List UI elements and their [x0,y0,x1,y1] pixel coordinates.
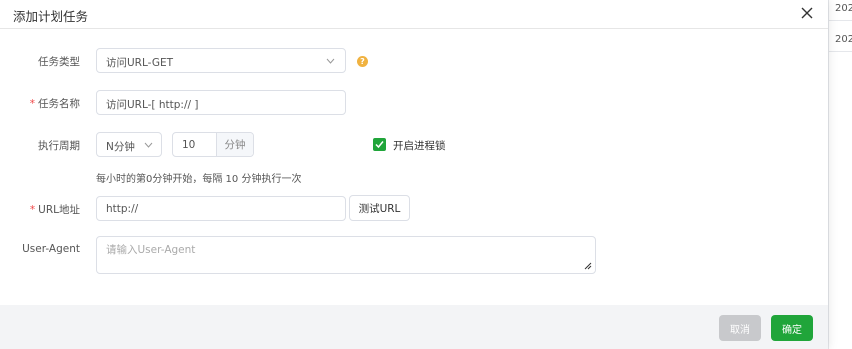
task-type-select[interactable]: 访问URL-GET [96,48,346,73]
cancel-button[interactable]: 取消 [719,315,761,341]
background-table: 2026 2026 [828,0,852,349]
period-hint: 每小时的第0分钟开始，每隔 10 分钟执行一次 [96,174,302,185]
table-divider [829,20,852,21]
url-input[interactable]: http:// [96,196,346,221]
process-lock-label: 开启进程锁 [393,140,446,152]
url-label: * URL地址 [29,204,80,216]
dialog-footer: 取消 确定 [0,305,828,349]
chevron-down-icon [326,58,335,64]
background-table-cell: 2026 [835,34,852,45]
table-divider [829,51,852,52]
period-number-input[interactable]: 10 分钟 [172,132,254,157]
add-scheduled-task-dialog: 添加计划任务 任务类型 访问URL-GET ? * 任务名称 访问URL-[ ht… [0,0,828,349]
help-icon[interactable]: ? [357,56,368,67]
user-agent-textarea[interactable]: 请输入User-Agent [96,236,596,274]
period-number-suffix: 分钟 [216,133,253,156]
task-name-input[interactable]: 访问URL-[ http:// ] [96,90,346,115]
confirm-button[interactable]: 确定 [771,315,813,341]
period-unit-value: N分钟 [106,141,135,153]
period-number-value: 10 [182,139,196,151]
period-unit-select[interactable]: N分钟 [96,132,162,157]
chevron-down-icon [144,142,153,148]
url-value: http:// [106,203,139,215]
task-name-label: * 任务名称 [29,98,80,110]
user-agent-label: User-Agent [22,243,80,255]
task-type-label: 任务类型 [38,56,80,68]
user-agent-placeholder: 请输入User-Agent [106,244,196,256]
test-url-button[interactable]: 测试URL [349,195,410,221]
dialog-header: 添加计划任务 [0,0,828,29]
period-label: 执行周期 [38,140,80,152]
process-lock-checkbox[interactable] [373,138,386,151]
resize-handle-icon[interactable] [583,261,592,270]
check-icon [375,141,384,149]
background-table-cell: 2026 [835,3,852,14]
task-type-value: 访问URL-GET [106,57,174,69]
close-icon [801,7,813,19]
close-button[interactable] [798,4,816,22]
dialog-title: 添加计划任务 [13,9,89,24]
task-name-value: 访问URL-[ http:// ] [106,99,199,111]
